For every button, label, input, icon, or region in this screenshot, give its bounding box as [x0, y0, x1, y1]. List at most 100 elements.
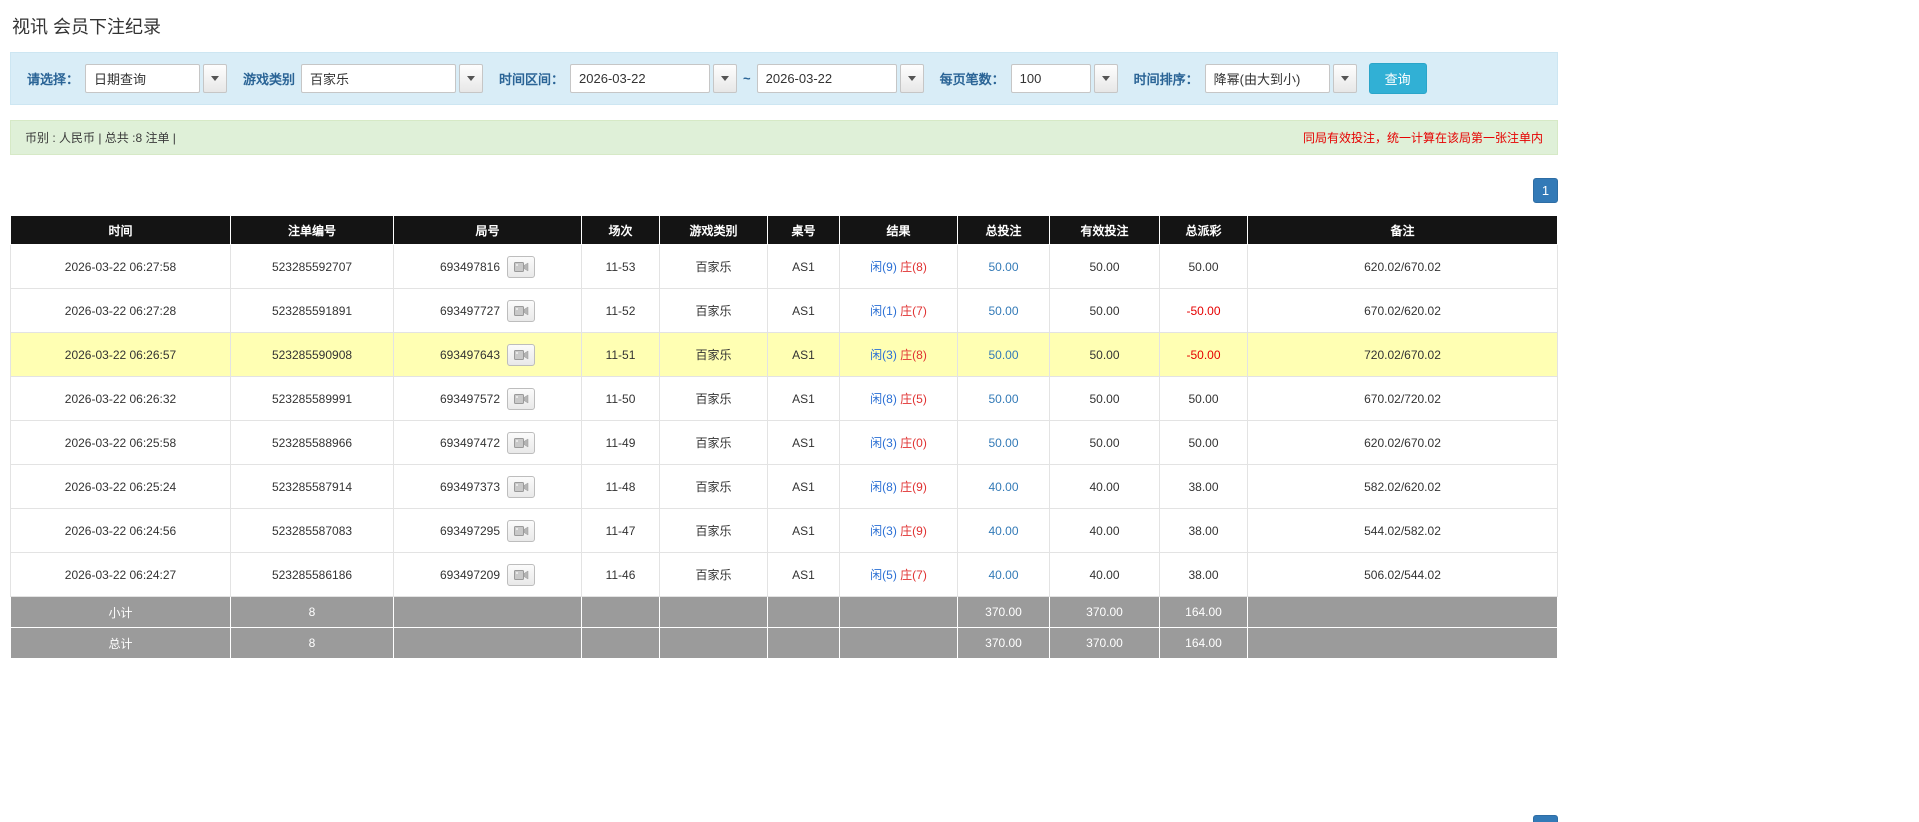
cell-time: 2026-03-22 06:26:32	[11, 377, 231, 421]
cell-payout: 38.00	[1160, 553, 1248, 597]
game-type-input[interactable]	[301, 64, 456, 93]
replay-video-button[interactable]	[507, 564, 535, 586]
footer-valid-bet: 370.00	[1050, 628, 1160, 659]
sort-combo	[1205, 64, 1357, 93]
result-banker: 庄(7)	[900, 568, 927, 582]
round-number: 693497816	[440, 260, 500, 274]
result-banker: 庄(8)	[900, 260, 927, 274]
cell-table-no: AS1	[768, 333, 840, 377]
result-banker: 庄(9)	[900, 480, 927, 494]
total-bet-link[interactable]: 50.00	[988, 260, 1018, 274]
replay-video-button[interactable]	[507, 256, 535, 278]
cell-total-bet: 40.00	[958, 553, 1050, 597]
cell-round-id: 693497572	[394, 377, 582, 421]
result-player: 闲(9)	[870, 260, 897, 274]
total-bet-link[interactable]: 50.00	[988, 392, 1018, 406]
footer-session	[582, 597, 660, 628]
select-type-input[interactable]	[85, 64, 200, 93]
footer-game-type	[660, 628, 768, 659]
total-bet-link[interactable]: 40.00	[988, 568, 1018, 582]
round-number: 693497643	[440, 348, 500, 362]
cell-session: 11-52	[582, 289, 660, 333]
cell-payout: 50.00	[1160, 377, 1248, 421]
header-payout: 总派彩	[1160, 216, 1248, 245]
replay-video-button[interactable]	[507, 520, 535, 542]
cell-game-type: 百家乐	[660, 245, 768, 289]
search-button[interactable]: 查询	[1369, 63, 1427, 94]
cell-table-no: AS1	[768, 377, 840, 421]
replay-video-icon	[514, 305, 529, 317]
date-to-dropdown-button[interactable]	[900, 64, 924, 93]
cell-time: 2026-03-22 06:25:58	[11, 421, 231, 465]
cell-valid-bet: 50.00	[1050, 245, 1160, 289]
chevron-down-icon	[1341, 76, 1349, 81]
cell-table-no: AS1	[768, 553, 840, 597]
table-row: 2026-03-22 06:26:57523285590908693497643…	[11, 333, 1558, 377]
cell-round-id: 693497209	[394, 553, 582, 597]
cell-table-no: AS1	[768, 421, 840, 465]
cell-payout: 50.00	[1160, 421, 1248, 465]
header-table-no: 桌号	[768, 216, 840, 245]
cell-remark: 544.02/582.02	[1248, 509, 1558, 553]
footer-round-id	[394, 628, 582, 659]
replay-video-button[interactable]	[507, 388, 535, 410]
grand-total-row: 总计8370.00370.00164.00	[11, 628, 1558, 659]
chevron-down-icon	[908, 76, 916, 81]
footer-count: 8	[231, 597, 394, 628]
round-number: 693497209	[440, 568, 500, 582]
result-banker: 庄(8)	[900, 348, 927, 362]
replay-video-button[interactable]	[507, 344, 535, 366]
date-from-input[interactable]	[570, 64, 710, 93]
result-player: 闲(8)	[870, 480, 897, 494]
cell-session: 11-46	[582, 553, 660, 597]
replay-video-icon	[514, 569, 529, 581]
select-type-dropdown-button[interactable]	[203, 64, 227, 93]
cell-bet-id: 523285588966	[231, 421, 394, 465]
cell-total-bet: 50.00	[958, 245, 1050, 289]
total-bet-link[interactable]: 40.00	[988, 480, 1018, 494]
cell-time: 2026-03-22 06:27:58	[11, 245, 231, 289]
cell-remark: 670.02/620.02	[1248, 289, 1558, 333]
cell-bet-id: 523285590908	[231, 333, 394, 377]
summary-bar: 币别 : 人民币 | 总共 :8 注单 | 同局有效投注，统一计算在该局第一张注…	[10, 120, 1558, 155]
game-type-dropdown-button[interactable]	[459, 64, 483, 93]
cell-round-id: 693497816	[394, 245, 582, 289]
cell-remark: 620.02/670.02	[1248, 245, 1558, 289]
cell-total-bet: 40.00	[958, 465, 1050, 509]
replay-video-icon	[514, 349, 529, 361]
sort-input[interactable]	[1205, 64, 1330, 93]
replay-video-icon	[514, 481, 529, 493]
page-size-dropdown-button[interactable]	[1094, 64, 1118, 93]
filter-bar: 请选择： 游戏类别 时间区间： ~ 每页笔数： 时间排序：	[10, 52, 1558, 105]
cell-session: 11-47	[582, 509, 660, 553]
footer-remark	[1248, 597, 1558, 628]
cell-result: 闲(1) 庄(7)	[840, 289, 958, 333]
page-button-1-bottom[interactable]: 1	[1533, 815, 1558, 822]
total-bet-link[interactable]: 50.00	[988, 436, 1018, 450]
replay-video-button[interactable]	[507, 432, 535, 454]
cell-game-type: 百家乐	[660, 421, 768, 465]
replay-video-button[interactable]	[507, 300, 535, 322]
cell-remark: 670.02/720.02	[1248, 377, 1558, 421]
cell-time: 2026-03-22 06:24:56	[11, 509, 231, 553]
cell-bet-id: 523285586186	[231, 553, 394, 597]
sort-dropdown-button[interactable]	[1333, 64, 1357, 93]
chevron-down-icon	[467, 76, 475, 81]
date-from-dropdown-button[interactable]	[713, 64, 737, 93]
total-bet-link[interactable]: 40.00	[988, 524, 1018, 538]
cell-table-no: AS1	[768, 245, 840, 289]
total-bet-link[interactable]: 50.00	[988, 304, 1018, 318]
page-size-input[interactable]	[1011, 64, 1091, 93]
date-to-input[interactable]	[757, 64, 897, 93]
cell-game-type: 百家乐	[660, 289, 768, 333]
footer-round-id	[394, 597, 582, 628]
total-bet-link[interactable]: 50.00	[988, 348, 1018, 362]
replay-video-button[interactable]	[507, 476, 535, 498]
header-bet-id: 注单编号	[231, 216, 394, 245]
cell-result: 闲(8) 庄(5)	[840, 377, 958, 421]
table-row: 2026-03-22 06:27:58523285592707693497816…	[11, 245, 1558, 289]
cell-round-id: 693497472	[394, 421, 582, 465]
header-total-bet: 总投注	[958, 216, 1050, 245]
cell-total-bet: 50.00	[958, 289, 1050, 333]
page-button-1[interactable]: 1	[1533, 178, 1558, 203]
